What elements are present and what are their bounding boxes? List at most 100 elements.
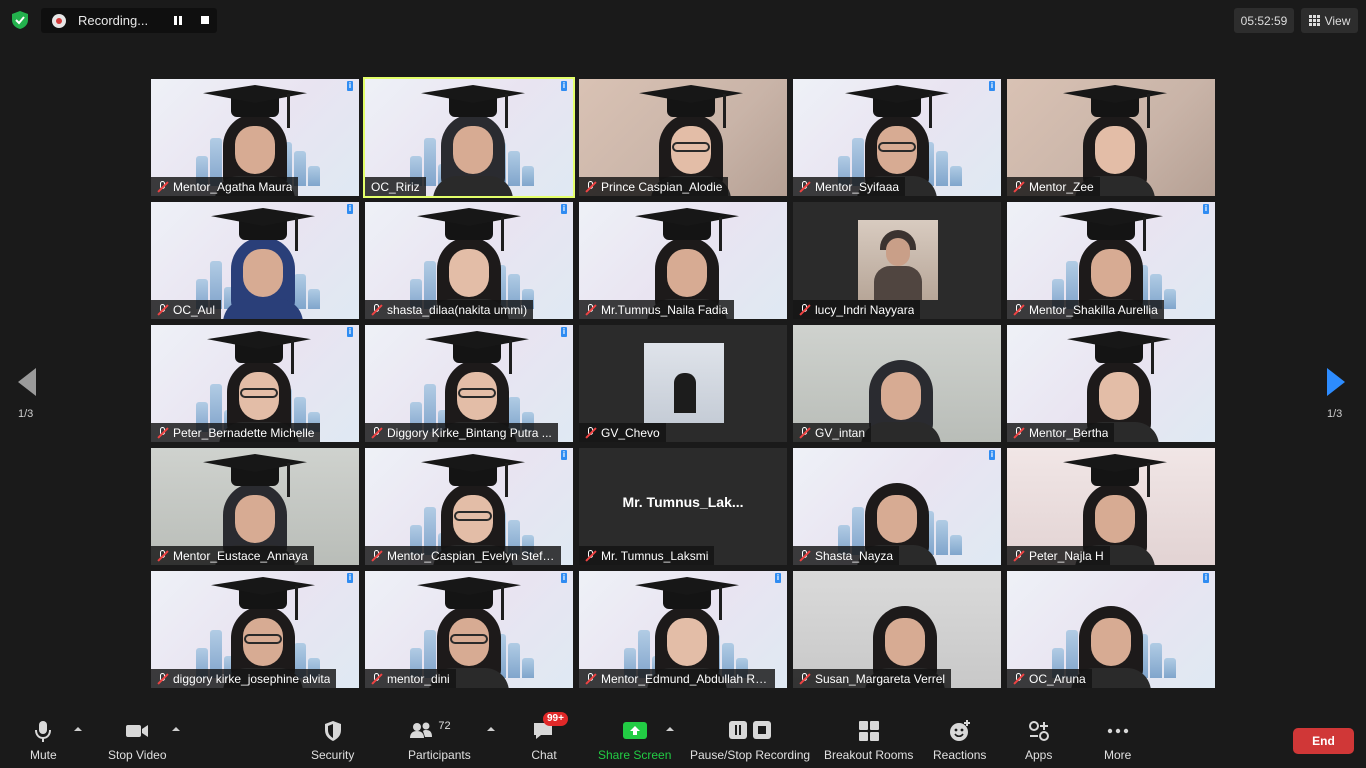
chat-button[interactable]: 99+ Chat [531,712,568,766]
participant-tile[interactable]: Mentor_Eustace_Annaya [151,448,359,565]
muted-microphone-icon [583,549,597,563]
muted-microphone-icon [583,180,597,194]
participant-tile[interactable]: GV_Chevo [579,325,787,442]
graduation-cap-filter-icon [417,208,521,252]
arrow-right-icon[interactable] [1327,368,1345,396]
muted-microphone-icon [155,672,169,686]
participant-tile[interactable]: i Mentor_Syifaaa [793,79,1001,196]
participant-tile[interactable]: i Mentor_Shakilla Aurellia [1007,202,1215,319]
graduation-cap-filter-icon [1067,331,1171,375]
participant-name: Mentor_Zee [1029,179,1094,194]
chat-label: Chat [531,748,557,762]
participant-tile[interactable]: Peter_Najla H [1007,448,1215,565]
participant-name: Mentor_Agatha Maura [173,179,293,194]
mute-label: Mute [30,748,57,762]
participant-tile[interactable]: i Mentor_Caspian_Evelyn Stefili... [365,448,573,565]
participant-tile[interactable]: Susan_Margareta Verrel [793,571,1001,688]
share-screen-label: Share Screen [598,748,672,762]
reactions-button[interactable]: Reactions [933,718,986,766]
participant-name: Susan_Margareta Verrel [815,671,946,686]
participant-tile[interactable]: Mentor_Zee [1007,79,1215,196]
video-camera-icon [126,725,149,737]
participant-name: Mr. Tumnus_Laksmi [601,548,709,563]
video-gallery: i Mentor_Agatha Maura i OC_Ririz Prince Casp… [151,79,1215,688]
participant-tile[interactable]: i Peter_Bernadette Michelle [151,325,359,442]
participant-name: diggory kirke_josephine alvita [173,671,331,686]
pause-recording-icon[interactable] [173,16,183,25]
participant-tile[interactable]: i shasta_dilaa(nakita ummi) [365,202,573,319]
share-screen-icon [622,722,647,739]
info-badge-icon: i [989,450,995,460]
participant-name-label: GV_intan [793,423,872,442]
apps-button[interactable]: Apps [1025,718,1052,766]
view-button[interactable]: View [1301,8,1358,33]
pause-stop-recording-icon [729,721,772,739]
grid-icon [1308,15,1320,26]
arrow-left-icon[interactable] [18,368,36,396]
previous-page[interactable]: 1/3 [18,368,42,428]
participant-name: Mentor_Eustace_Annaya [173,548,308,563]
participant-tile[interactable]: Prince Caspian_Alodie [579,79,787,196]
video-options-caret-icon[interactable] [172,727,180,731]
muted-microphone-icon [583,672,597,686]
muted-microphone-icon [583,426,597,440]
page-indicator-right: 1/3 [1327,408,1343,420]
participant-tile[interactable]: i diggory kirke_josephine alvita [151,571,359,688]
stop-video-button[interactable]: Stop Video [108,718,167,766]
graduation-cap-filter-icon [425,331,529,375]
apps-icon [1028,721,1049,741]
mute-options-caret-icon[interactable] [74,727,82,731]
next-page[interactable]: 1/3 [1327,368,1351,428]
page-indicator-left: 1/3 [18,408,34,420]
participant-name: Mentor_Edmund_Abdullah Ra... [601,671,769,686]
participant-name-label: lucy_Indri Nayyara [793,300,921,319]
muted-microphone-icon [1011,426,1025,440]
pause-stop-recording-button[interactable]: Pause/Stop Recording [690,718,810,766]
end-meeting-button[interactable]: End [1293,728,1354,754]
participant-tile[interactable]: i Mentor_Agatha Maura [151,79,359,196]
chat-icon-wrap: 99+ [531,712,568,744]
mute-button[interactable]: Mute [30,718,57,766]
participant-name: Mentor_Syifaaa [815,179,900,194]
info-badge-icon: i [347,327,353,337]
participant-tile[interactable]: i Mentor_Edmund_Abdullah Ra... [579,571,787,688]
reactions-smiley-icon [949,720,970,741]
security-button[interactable]: Security [311,718,354,766]
participant-tile[interactable]: Mr.Tumnus_Naila Fadia [579,202,787,319]
participant-name: lucy_Indri Nayyara [815,302,915,317]
info-badge-icon: i [1203,204,1209,214]
participant-tile[interactable]: Mentor_Bertha [1007,325,1215,442]
participant-name: Peter_Bernadette Michelle [173,425,315,440]
participant-name-label: Mentor_Caspian_Evelyn Stefili... [365,546,561,565]
participant-name-label: mentor_dini [365,669,456,688]
participant-name: GV_Chevo [601,425,660,440]
participant-tile[interactable]: i Shasta_Nayza [793,448,1001,565]
share-screen-button[interactable]: Share Screen [598,718,671,766]
participant-name-label: Mentor_Shakilla Aurellia [1007,300,1164,319]
participant-name-label: Mentor_Eustace_Annaya [151,546,314,565]
muted-microphone-icon [1011,303,1025,317]
breakout-rooms-label: Breakout Rooms [824,748,914,762]
participants-button[interactable]: 72 Participants [408,718,471,766]
share-options-caret-icon[interactable] [666,727,674,731]
info-badge-icon: i [1203,573,1209,583]
graduation-cap-filter-icon [421,454,525,498]
participant-name-label: Peter_Bernadette Michelle [151,423,321,442]
participant-tile[interactable]: GV_intan [793,325,1001,442]
participant-tile[interactable]: lucy_Indri Nayyara [793,202,1001,319]
graduation-cap-filter-icon [1063,85,1167,129]
more-button[interactable]: More [1104,718,1131,766]
participant-tile[interactable]: i OC_Aul [151,202,359,319]
graduation-cap-filter-icon [635,208,739,252]
recording-dot-icon [52,13,66,28]
participant-tile[interactable]: i Diggory Kirke_Bintang Putra ... [365,325,573,442]
participants-options-caret-icon[interactable] [487,727,495,731]
participant-tile[interactable]: Mr. Tumnus_Lak... Mr. Tumnus_Laksmi [579,448,787,565]
breakout-rooms-button[interactable]: Breakout Rooms [824,718,913,766]
participant-tile[interactable]: i OC_Ririz [365,79,573,196]
security-shield-icon[interactable] [10,10,30,30]
profile-picture [858,220,938,300]
participant-tile[interactable]: i mentor_dini [365,571,573,688]
participant-tile[interactable]: i OC_Aruna [1007,571,1215,688]
stop-recording-icon[interactable] [201,16,209,24]
